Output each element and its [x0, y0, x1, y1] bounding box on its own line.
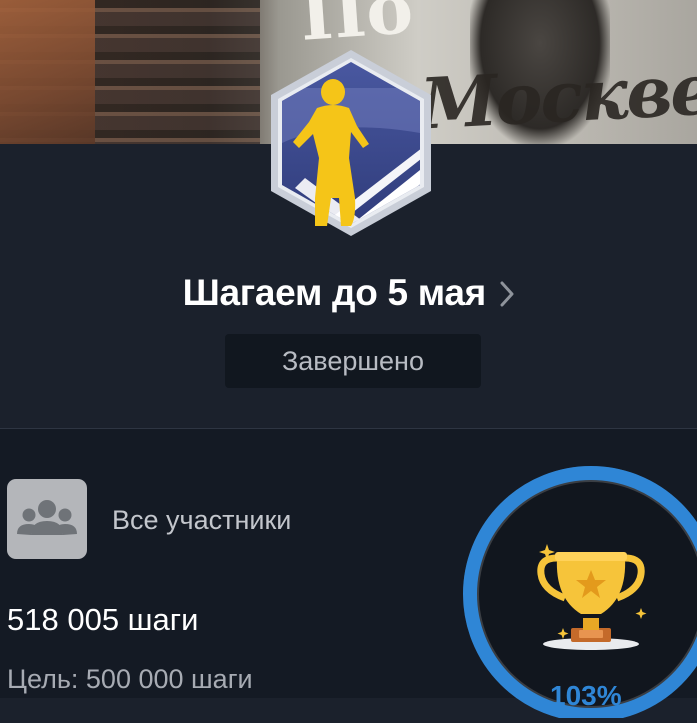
progress-percent: 103% [550, 680, 622, 711]
challenge-title-row[interactable]: Шагаем до 5 мая [0, 272, 697, 314]
hero-brick-wall [0, 0, 95, 144]
progress-ring [455, 458, 697, 722]
steps-goal: Цель: 500 000 шаги [7, 664, 253, 694]
hero-poster-text: Москве [418, 47, 697, 144]
status-badge: Завершено [225, 334, 481, 388]
runner-hexagon-badge-icon [265, 48, 437, 240]
steps-total: 518 005 шаги [7, 602, 199, 637]
chevron-right-icon[interactable] [500, 281, 514, 312]
group-users-icon[interactable] [7, 479, 87, 559]
challenge-title[interactable]: Шагаем до 5 мая [183, 272, 487, 313]
all-participants-link[interactable]: Все участники [112, 505, 291, 536]
